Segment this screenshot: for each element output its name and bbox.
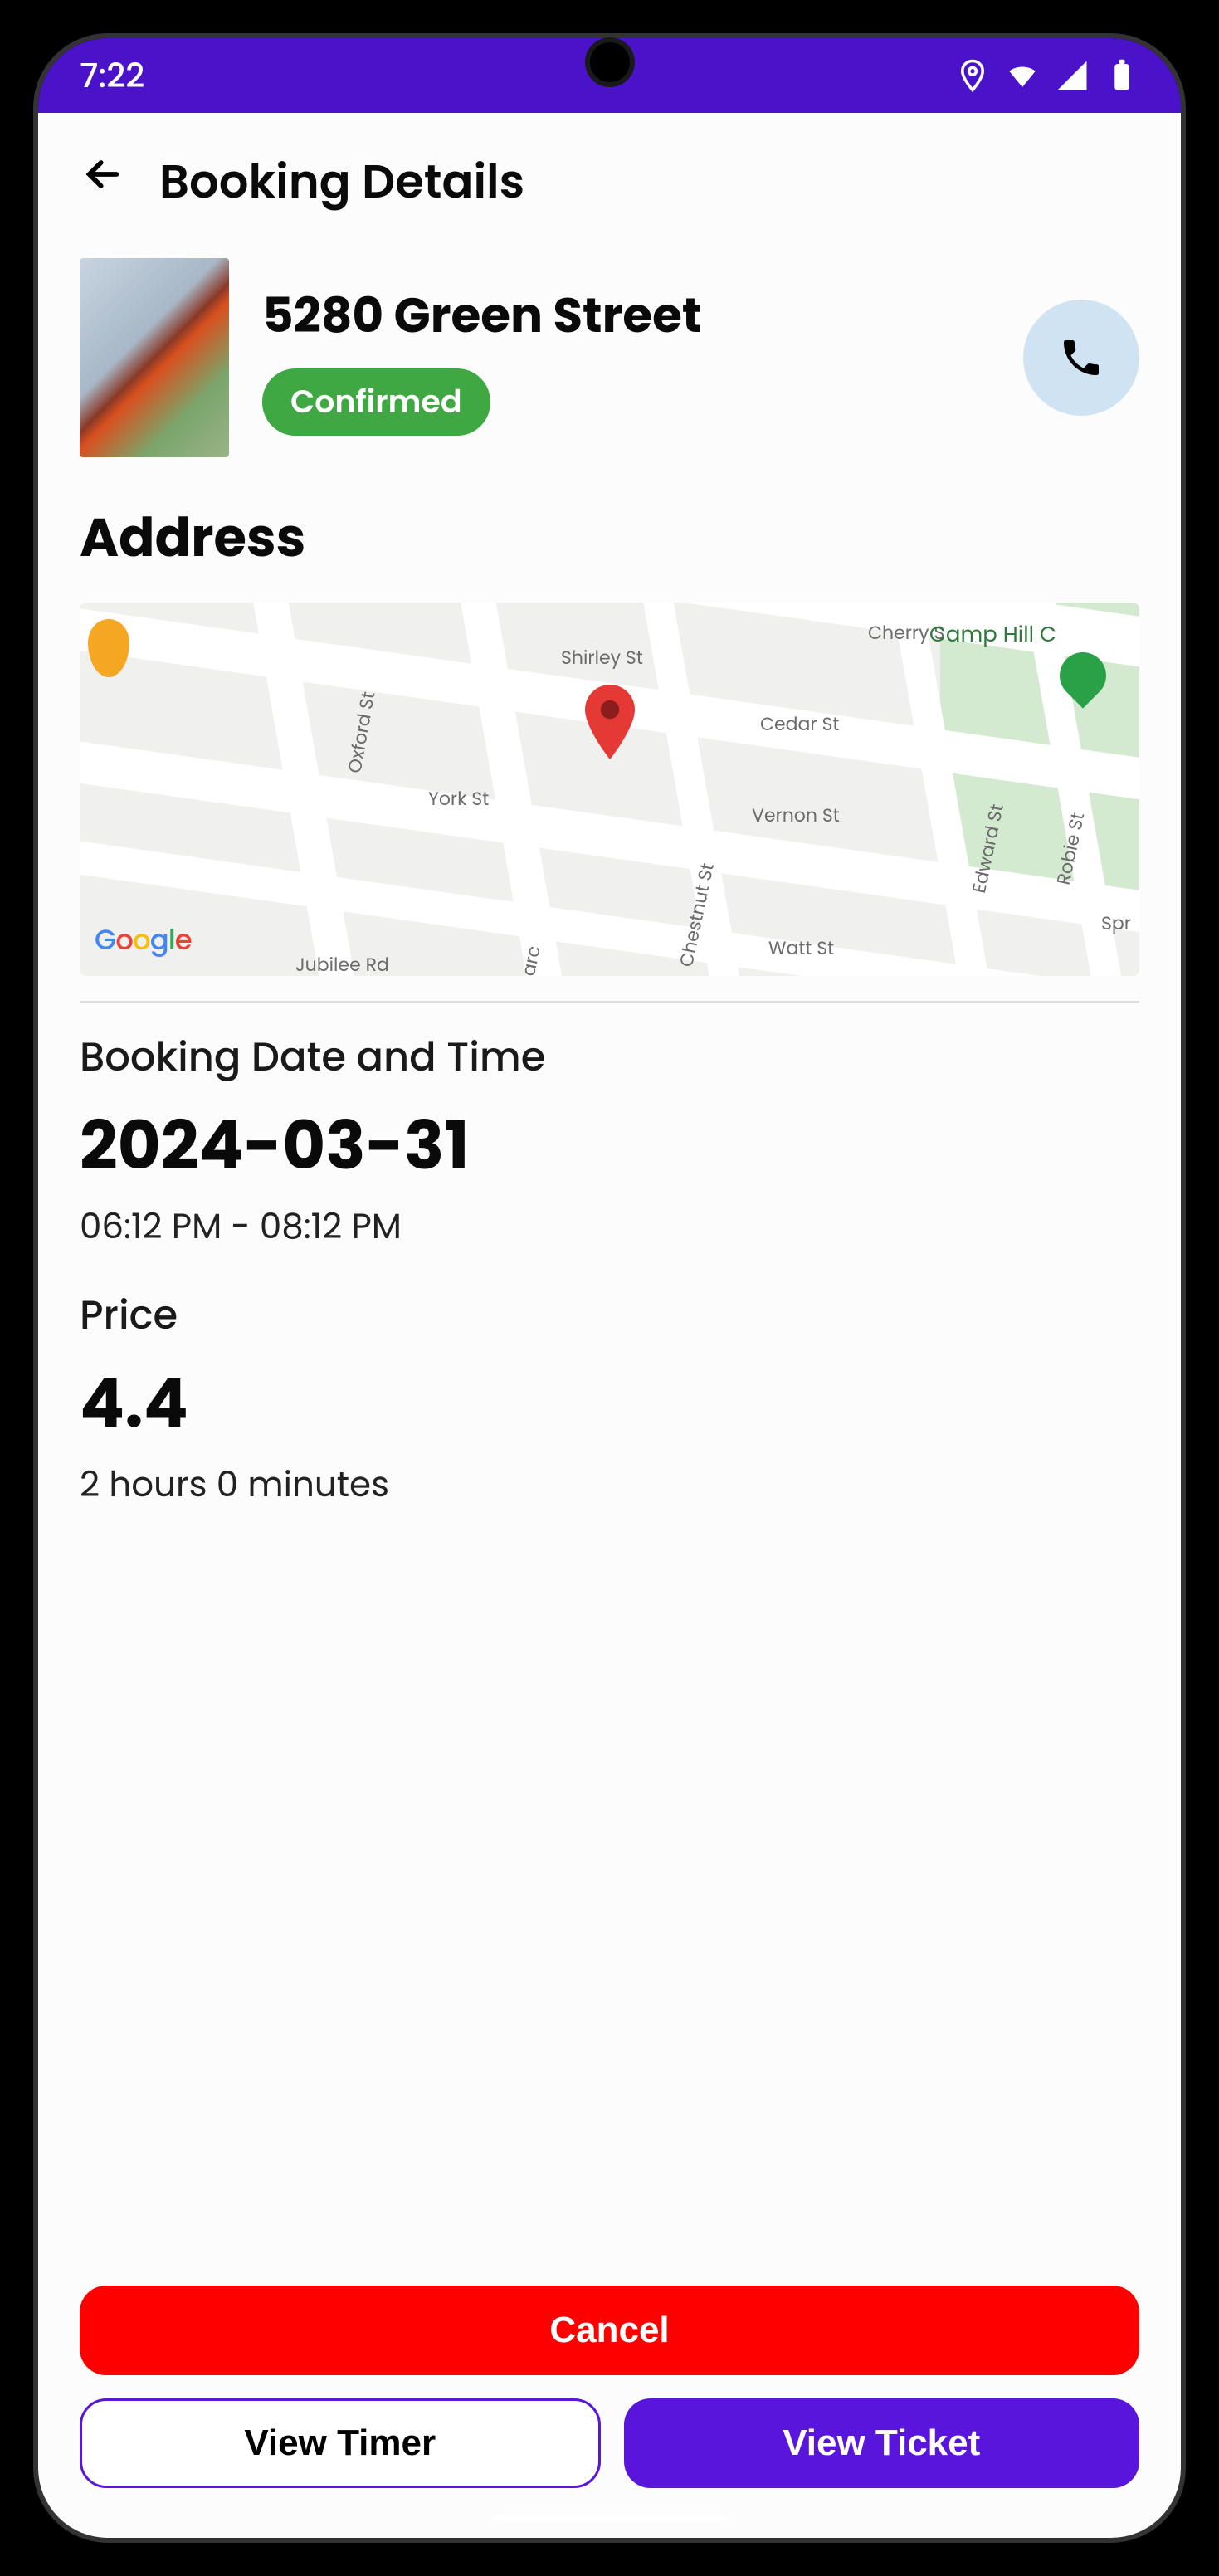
street-label: Shirley St [561,644,643,671]
app-header: Booking Details [38,113,1181,242]
street-label: Cedar St [760,710,839,738]
street-label: Spr [1101,910,1131,937]
map-marker-icon [583,685,636,759]
park-label: Camp Hill C [929,619,1056,651]
booking-header: 5280 Green Street Confirmed [38,242,1181,490]
signal-icon [1055,58,1090,93]
page-title: Booking Details [159,146,524,217]
restaurant-pin-icon [88,619,129,677]
location-icon [955,58,990,93]
price-value: 4.4 [80,1354,1139,1453]
datetime-label: Booking Date and Time [80,1027,1139,1087]
booking-title: 5280 Green Street [262,280,701,352]
home-indicator[interactable] [494,2515,726,2521]
price-label: Price [80,1286,1139,1345]
duration-value: 2 hours 0 minutes [80,1458,1139,1510]
status-icons [955,58,1139,93]
wifi-icon [1005,58,1040,93]
map-view[interactable]: Oxford St Shirley St Cedar St Cherry S Y… [80,603,1139,976]
map-background: Oxford St Shirley St Cedar St Cherry S Y… [80,603,1139,976]
street-label: Watt St [768,934,834,962]
street-label: Oxford St [341,690,383,775]
google-logo: Google [95,919,192,961]
phone-frame: 7:22 Booking Details 5280 Green Street C… [0,0,1219,2576]
phone-icon [1058,334,1104,381]
call-button[interactable] [1023,300,1139,416]
bottom-actions: Cancel View Timer View Ticket [80,2286,1139,2488]
content-area: Address Oxf [38,490,1181,2538]
cancel-button[interactable]: Cancel [80,2286,1139,2375]
status-time: 7:22 [80,51,144,100]
arrow-left-icon [80,151,126,198]
app-screen: Booking Details 5280 Green Street Confir… [38,113,1181,2538]
street-label: Larc [513,944,548,976]
view-ticket-button[interactable]: View Ticket [624,2398,1140,2488]
divider [80,1001,1139,1003]
booking-time-range: 06:12 PM - 08:12 PM [80,1200,1139,1252]
status-badge: Confirmed [262,368,490,436]
booking-date: 2024-03-31 [80,1095,1139,1195]
street-label: York St [428,785,489,812]
camera-notch [585,37,635,87]
address-section-title: Address [80,499,1139,578]
back-button[interactable] [80,146,126,217]
booking-info: 5280 Green Street Confirmed [262,280,701,436]
booking-thumbnail [80,258,229,457]
view-timer-button[interactable]: View Timer [80,2398,601,2488]
phone-screen-container: 7:22 Booking Details 5280 Green Street C… [33,33,1186,2543]
street-label: Jubilee Rd [295,951,389,976]
street-label: Vernon St [752,802,840,829]
battery-icon [1104,58,1139,93]
button-row: View Timer View Ticket [80,2398,1139,2488]
